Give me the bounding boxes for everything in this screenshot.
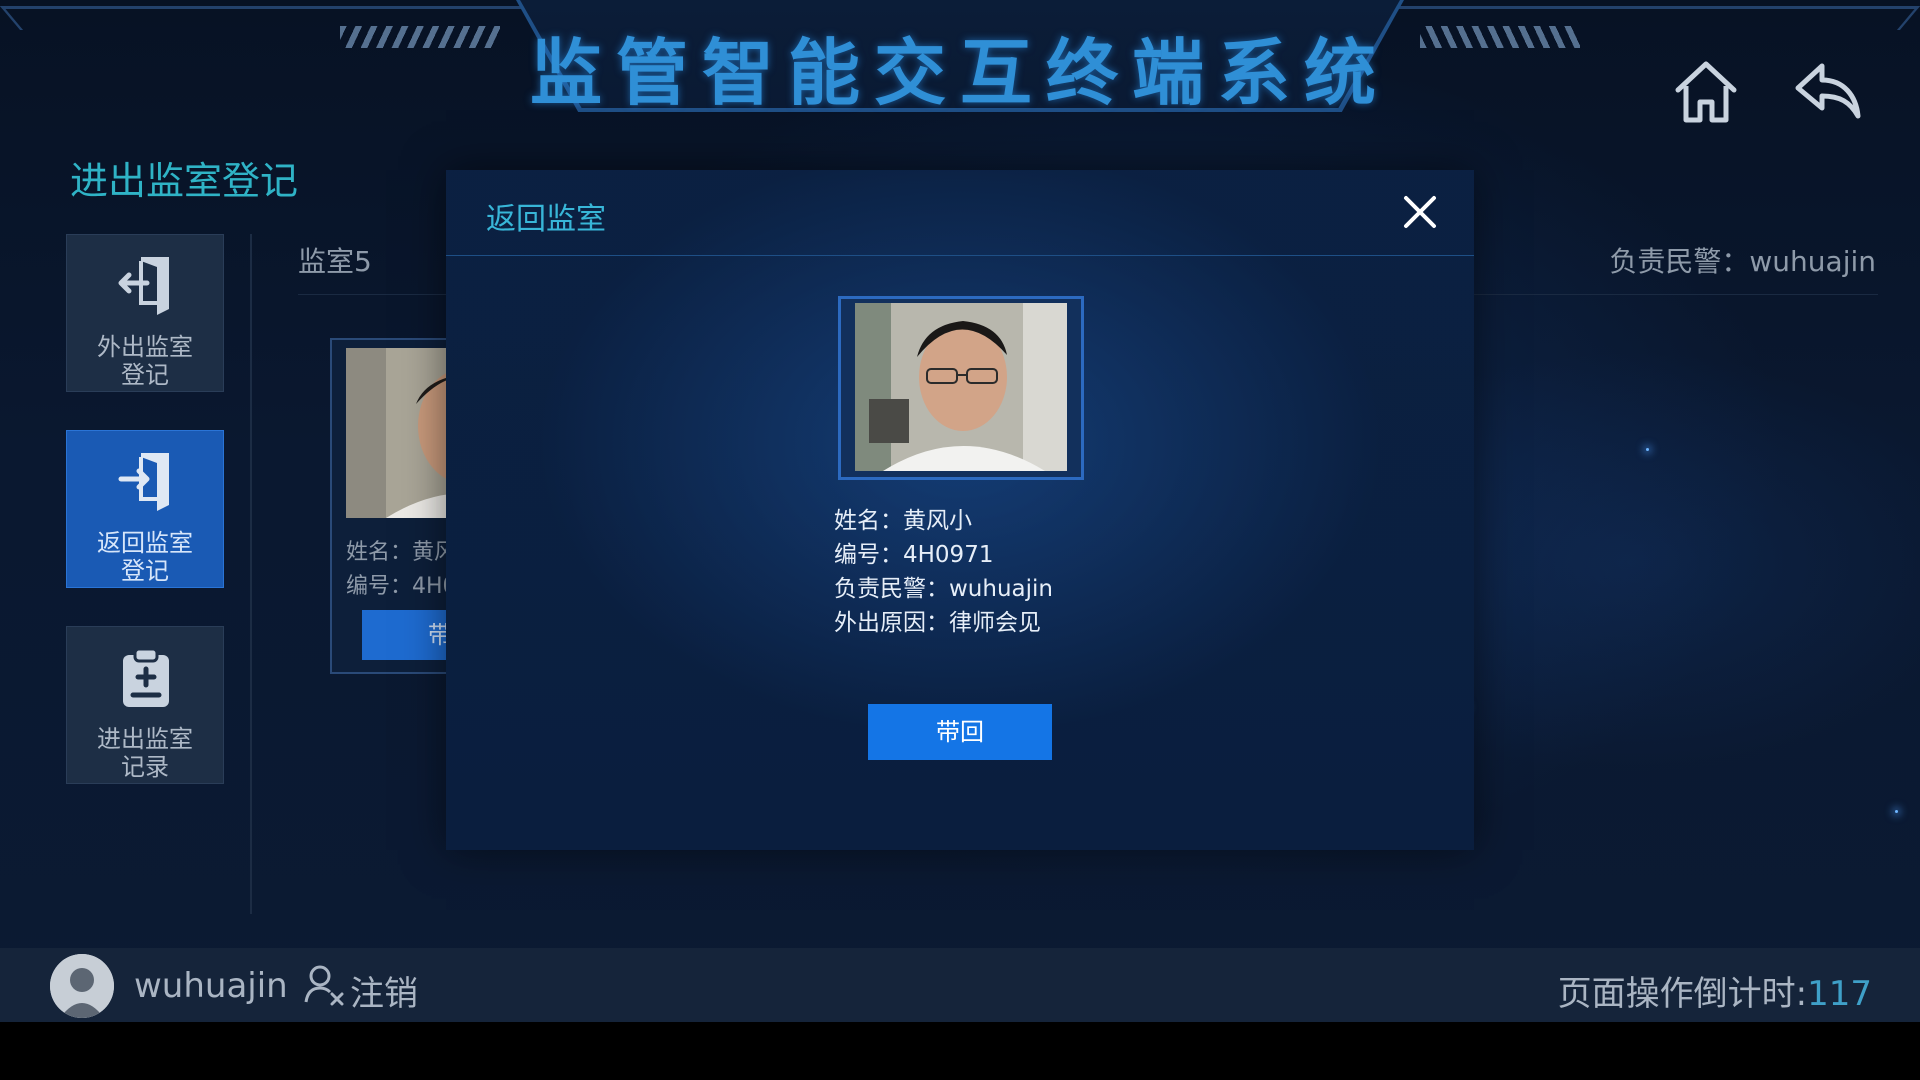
sidebar-item-label: 登记 bbox=[121, 361, 169, 389]
footer-username: wuhuajin bbox=[134, 966, 288, 1006]
info-name: 姓名：黄风小 bbox=[834, 508, 972, 534]
info-reason: 外出原因：律师会见 bbox=[834, 610, 1041, 636]
countdown-label: 页面操作倒计时: bbox=[1557, 974, 1808, 1014]
sidebar-item-label: 进出监室 bbox=[97, 725, 193, 753]
enter-door-icon bbox=[117, 449, 175, 513]
inmate-photo bbox=[855, 303, 1067, 473]
bring-back-button[interactable]: 带回 bbox=[868, 704, 1052, 760]
app-title: 监管智能交互终端系统 bbox=[529, 31, 1390, 115]
close-icon[interactable] bbox=[1400, 192, 1440, 232]
back-icon[interactable] bbox=[1792, 56, 1864, 128]
countdown-value: 117 bbox=[1807, 974, 1872, 1014]
countdown: 页面操作倒计时:117 bbox=[1558, 966, 1872, 1015]
inmate-info: 姓名：黄风小 编号：4H0971 负责民警：wuhuajin 外出原因：律师会见 bbox=[834, 504, 1053, 640]
logout-user-icon[interactable] bbox=[302, 962, 346, 1006]
logout-button[interactable]: 注销 bbox=[350, 966, 418, 1015]
sidebar-item-records[interactable]: 进出监室 记录 bbox=[66, 626, 224, 784]
exit-door-icon bbox=[117, 253, 175, 317]
return-modal: 返回监室 姓名：黄风小 编号：4H0971 负责民警：wuhuajin 外出原因… bbox=[446, 170, 1474, 850]
modal-header: 返回监室 bbox=[446, 170, 1474, 256]
clipboard-icon bbox=[117, 645, 175, 709]
room-label: 监室5 bbox=[298, 245, 372, 278]
sidebar-item-label: 登记 bbox=[121, 557, 169, 585]
info-id: 编号：4H0971 bbox=[834, 542, 994, 568]
officer-label: 负责民警：wuhuajin bbox=[1609, 245, 1876, 278]
section-title: 进出监室登记 bbox=[70, 159, 299, 203]
info-officer: 负责民警：wuhuajin bbox=[834, 576, 1053, 602]
sidebar-divider bbox=[250, 234, 252, 914]
modal-title: 返回监室 bbox=[486, 202, 606, 237]
sidebar-item-label: 外出监室 bbox=[97, 333, 193, 361]
sidebar-item-exit-registration[interactable]: 外出监室 登记 bbox=[66, 234, 224, 392]
header-stripes-left bbox=[340, 26, 500, 48]
footer-bar: wuhuajin 注销 页面操作倒计时:117 bbox=[0, 948, 1920, 1022]
app-window: 监管智能交互终端系统 进出监室登记 外出监室 登记 返回监室 登记 进出监室 记… bbox=[0, 0, 1920, 1022]
inmate-photo-frame bbox=[838, 296, 1084, 480]
sidebar-item-label: 返回监室 bbox=[97, 529, 193, 557]
sidebar-item-label: 记录 bbox=[121, 753, 169, 781]
sidebar-item-return-registration[interactable]: 返回监室 登记 bbox=[66, 430, 224, 588]
home-icon[interactable] bbox=[1670, 56, 1742, 128]
header-stripes-right bbox=[1420, 26, 1580, 48]
avatar[interactable] bbox=[50, 954, 114, 1018]
